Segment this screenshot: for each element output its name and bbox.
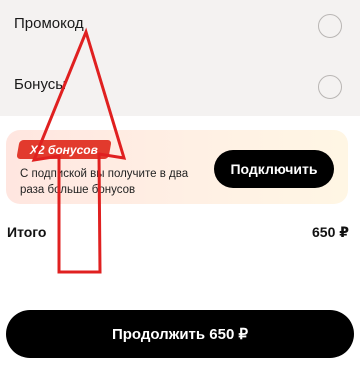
continue-button[interactable]: Продолжить 650 ₽ — [6, 310, 354, 358]
subscription-promo-card: X2 бонусов С подпиской вы получите в два… — [6, 130, 348, 204]
total-value: 650 ₽ — [312, 224, 349, 240]
bonus-radio[interactable] — [318, 75, 342, 99]
promocode-radio[interactable] — [318, 14, 342, 38]
promo-description: С подпиской вы получите в два раза больш… — [20, 168, 189, 196]
promocode-label: Промокод — [14, 15, 84, 32]
promocode-option[interactable]: Промокод — [0, 1, 360, 49]
total-label: Итого — [7, 224, 47, 240]
payment-options-section: Промокод Бонусы — [0, 0, 360, 116]
bonus-label: Бонусы — [14, 76, 67, 93]
order-total: Итого 650 ₽ — [0, 224, 360, 246]
bonus-option[interactable]: Бонусы — [0, 62, 360, 110]
badge-text: X2 бонусов — [30, 142, 98, 157]
connect-button[interactable]: Подключить — [214, 150, 334, 188]
x2-bonus-badge: X2 бонусов — [16, 140, 112, 159]
